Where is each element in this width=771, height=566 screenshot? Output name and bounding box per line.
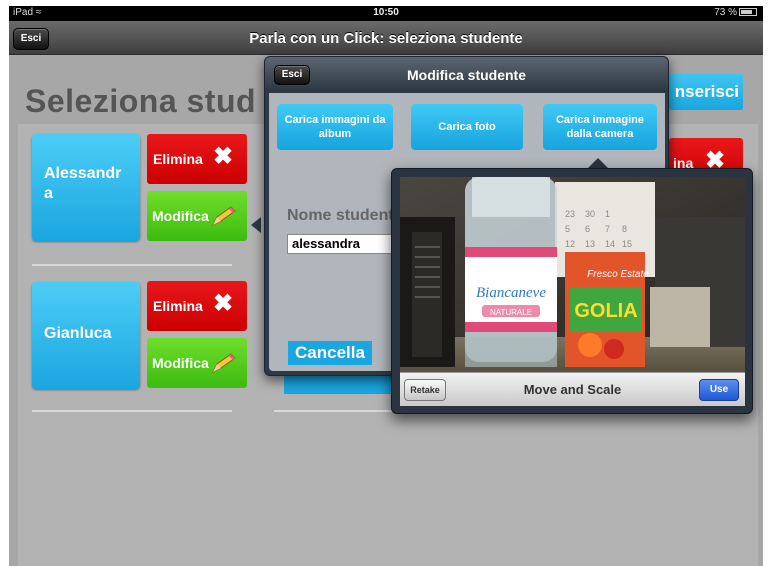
nav-bar: Esci Parla con un Click: seleziona stude… [9, 21, 763, 55]
student-button[interactable] [284, 376, 394, 394]
svg-text:13: 13 [585, 239, 595, 249]
student-name: Alessandr a [44, 165, 122, 202]
delete-button[interactable]: Elimina ✖ [147, 134, 247, 184]
load-camera-button[interactable]: Carica immagine dalla camera [543, 104, 657, 150]
load-photo-button[interactable]: Carica foto [411, 104, 523, 150]
camera-title: Move and Scale [523, 382, 622, 397]
row-divider [274, 410, 394, 412]
load-album-button[interactable]: Carica immagini da album [277, 104, 393, 150]
camera-toolbar: Retake Move and Scale Use [400, 372, 745, 406]
svg-text:5: 5 [565, 224, 570, 234]
camera-popover: 23 30 1 5 6 7 8 12 13 14 15 Biancaneve NATURALE [391, 168, 753, 414]
svg-text:30: 30 [585, 209, 595, 219]
nav-title: Parla con un Click: seleziona studente [249, 30, 523, 47]
popover-header: Esci Modifica studente [265, 57, 668, 92]
camera-photo[interactable]: 23 30 1 5 6 7 8 12 13 14 15 Biancaneve NATURALE [400, 177, 745, 372]
popover-title: Modifica studente [406, 67, 526, 83]
student-button-alessandra[interactable]: Alessandr a [32, 134, 140, 241]
svg-text:6: 6 [585, 224, 590, 234]
insert-student-button[interactable]: nserisci [669, 74, 743, 110]
svg-text:15: 15 [622, 239, 632, 249]
row-divider [32, 410, 232, 412]
svg-text:14: 14 [605, 239, 615, 249]
svg-text:7: 7 [605, 224, 610, 234]
ipad-screen: iPad ≈ 10:50 73 % Esci Parla con un Clic… [9, 6, 763, 566]
page-title: Seleziona stud [25, 83, 257, 119]
name-label: Nome student [287, 207, 394, 224]
delete-label: Elimina [153, 151, 203, 167]
edit-button[interactable]: Modifica [147, 338, 247, 388]
edit-label: Modifica [152, 208, 209, 224]
close-x-icon: ✖ [213, 290, 234, 317]
student-name: Gianluca [44, 325, 112, 342]
status-bar: iPad ≈ 10:50 73 % [9, 6, 763, 21]
close-x-icon: ✖ [213, 143, 234, 170]
clock: 10:50 [373, 7, 399, 18]
student-button-gianluca[interactable]: Gianluca [32, 282, 140, 389]
svg-text:12: 12 [565, 239, 575, 249]
student-name-input[interactable]: alessandra [287, 234, 397, 254]
bottle-sub-text: NATURALE [490, 308, 532, 317]
svg-text:8: 8 [622, 224, 627, 234]
box-tag-text: Fresco Estate [587, 269, 649, 280]
pencil-icon [211, 206, 236, 227]
svg-text:23: 23 [565, 209, 575, 219]
delete-label: Elimina [153, 298, 203, 314]
delete-student-button[interactable]: Cancella [288, 341, 372, 365]
photo-scene: 23 30 1 5 6 7 8 12 13 14 15 Biancaneve NATURALE [400, 177, 745, 372]
svg-text:1: 1 [605, 209, 610, 219]
popover-pointer [251, 217, 261, 233]
pencil-icon [211, 353, 236, 374]
edit-button[interactable]: Modifica [147, 191, 247, 241]
delete-button[interactable]: Elimina ✖ [147, 281, 247, 331]
edit-label: Modifica [152, 355, 209, 371]
battery-icon [739, 8, 757, 16]
row-divider [32, 264, 232, 266]
battery-indicator: 73 % [714, 7, 757, 18]
bottle-brand-text: Biancaneve [476, 285, 546, 301]
use-photo-button[interactable]: Use [699, 379, 739, 401]
box-brand-text: GOLIA [574, 300, 637, 322]
